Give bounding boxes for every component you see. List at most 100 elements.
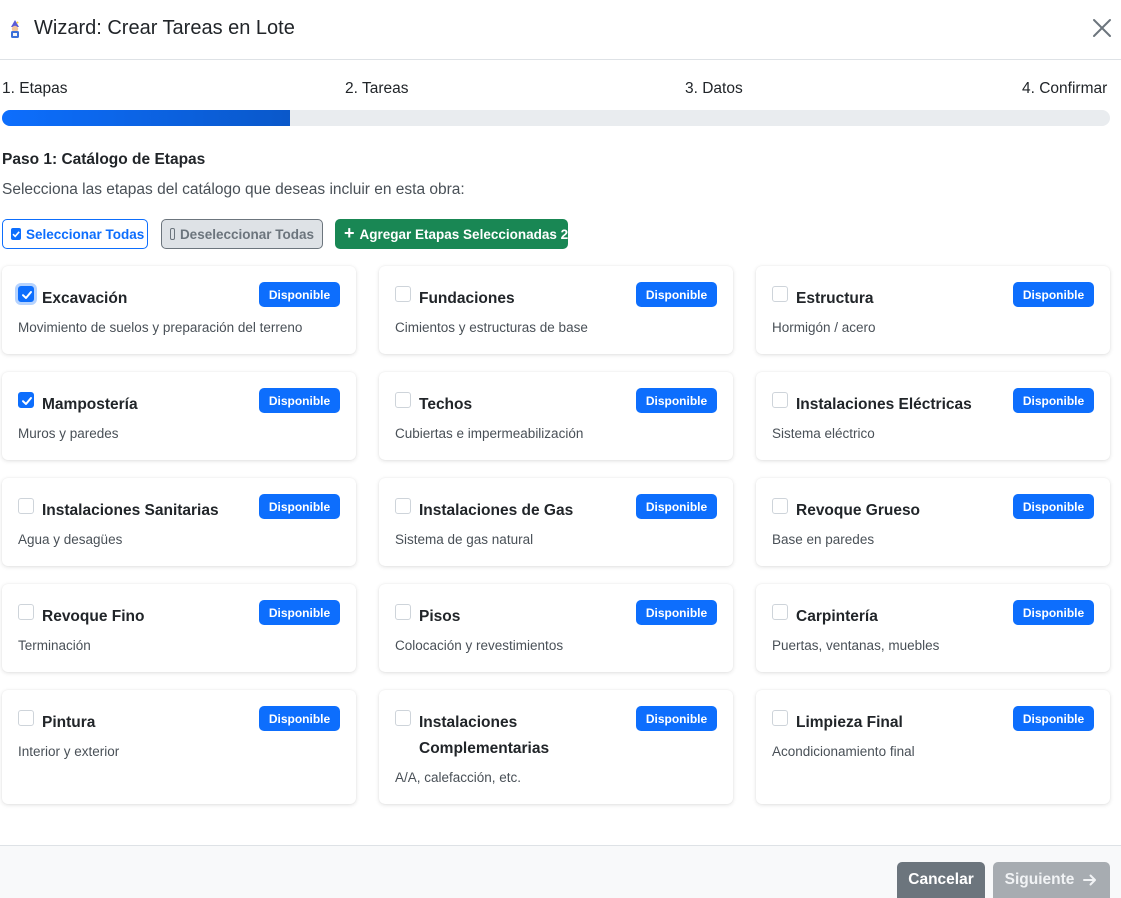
step-description: Selecciona las etapas del catálogo que d… [2, 181, 465, 198]
stage-card-mamposteria[interactable]: Mampostería Disponible Muros y paredes [2, 372, 356, 460]
stage-checkbox[interactable] [772, 604, 788, 620]
stage-checkbox[interactable] [18, 392, 34, 408]
status-badge: Disponible [259, 600, 340, 625]
next-button[interactable]: Siguiente [993, 862, 1110, 898]
wizard-progress-fill [2, 110, 291, 126]
stage-description: Interior y exterior [18, 744, 120, 759]
stage-description: Cimientos y estructuras de base [395, 320, 588, 335]
stage-title: Estructura [796, 290, 874, 307]
step-heading: Paso 1: Catálogo de Etapas [2, 151, 206, 168]
status-badge: Disponible [636, 706, 717, 731]
status-badge: Disponible [1013, 282, 1094, 307]
stage-title: Pisos [419, 608, 461, 625]
stage-card-instalaciones-electricas[interactable]: Instalaciones Eléctricas Disponible Sistem… [756, 372, 1110, 460]
stage-card-instalaciones-de-gas[interactable]: Instalaciones de Gas Disponible Sistema de… [379, 478, 733, 566]
stage-checkbox[interactable] [395, 498, 411, 514]
stage-checkbox[interactable] [772, 710, 788, 726]
stage-description: Terminación [18, 638, 91, 653]
step-1-label: 1. Etapas [2, 80, 68, 97]
stage-title: Instalaciones Complementarias [419, 714, 550, 757]
select-all-button[interactable]: Seleccionar Todas [2, 219, 148, 249]
status-badge: Disponible [259, 388, 340, 413]
stage-description: Sistema eléctrico [772, 426, 875, 441]
stage-card-pisos[interactable]: Pisos Disponible Colocación y revestimient… [379, 584, 733, 672]
checkmark-icon [22, 397, 32, 405]
stage-checkbox[interactable] [395, 710, 411, 726]
stage-card-revoque-fino[interactable]: Revoque Fino Disponible Terminación [2, 584, 356, 672]
wizard-icon [11, 20, 19, 38]
stage-card-fundaciones[interactable]: Fundaciones Disponible Cimientos y estruct… [379, 266, 733, 354]
stage-card-instalaciones-complementarias[interactable]: Instalaciones Complementarias Disponible A… [379, 690, 733, 804]
stage-description: Muros y paredes [18, 426, 119, 441]
stage-description: A/A, calefacción, etc. [395, 770, 522, 785]
stage-checkbox[interactable] [18, 604, 34, 620]
status-badge: Disponible [636, 494, 717, 519]
modal-header: Wizard: Crear Tareas en Lote [0, 0, 1121, 60]
cancel-label: Cancelar [908, 871, 974, 888]
status-badge: Disponible [259, 494, 340, 519]
stage-title: Limpieza Final [796, 714, 903, 731]
step-3-label: 3. Datos [685, 80, 743, 97]
stage-title: Instalaciones Sanitarias [42, 502, 219, 519]
stage-title: Mampostería [42, 396, 138, 413]
checkmark-icon [22, 291, 32, 299]
stage-card-carpinteria[interactable]: Carpintería Disponible Puertas, ventanas, … [756, 584, 1110, 672]
stage-title: Techos [419, 396, 473, 413]
stage-card-excavacion[interactable]: Excavación Disponible Movimiento de suelos… [2, 266, 356, 354]
stage-title: Instalaciones Eléctricas [796, 396, 972, 413]
stage-title: Pintura [42, 714, 96, 731]
plus-icon: + [344, 223, 355, 243]
stage-checkbox[interactable] [395, 604, 411, 620]
step-4-label: 4. Confirmar [1022, 80, 1108, 97]
stage-description: Cubiertas e impermeabilización [395, 426, 584, 441]
stage-card-estructura[interactable]: Estructura Disponible Hormigón / acero [756, 266, 1110, 354]
stage-checkbox[interactable] [395, 286, 411, 302]
stage-card-pintura[interactable]: Pintura Disponible Interior y exterior [2, 690, 356, 804]
stage-description: Base en paredes [772, 532, 875, 547]
close-icon[interactable] [1090, 16, 1114, 40]
status-badge: Disponible [259, 282, 340, 307]
stage-description: Movimiento de suelos y preparación del t… [18, 320, 303, 335]
status-badge: Disponible [1013, 600, 1094, 625]
status-badge: Disponible [259, 706, 340, 731]
status-badge: Disponible [1013, 388, 1094, 413]
stage-checkbox[interactable] [18, 498, 34, 514]
square-icon [170, 228, 175, 240]
stage-title: Revoque Grueso [796, 502, 921, 519]
status-badge: Disponible [1013, 706, 1094, 731]
stage-title: Fundaciones [419, 290, 515, 307]
stage-checkbox[interactable] [772, 286, 788, 302]
stage-checkbox[interactable] [772, 498, 788, 514]
stage-title: Excavación [42, 290, 128, 307]
stage-card-techos[interactable]: Techos Disponible Cubiertas e impermeabili… [379, 372, 733, 460]
modal-title: Wizard: Crear Tareas en Lote [34, 17, 295, 39]
arrow-right-icon [1083, 874, 1097, 886]
status-badge: Disponible [1013, 494, 1094, 519]
stage-title: Instalaciones de Gas [419, 502, 574, 519]
stage-description: Agua y desagües [18, 532, 123, 547]
stage-checkbox[interactable] [18, 710, 34, 726]
stage-card-limpieza-final[interactable]: Limpieza Final Disponible Acondicionamient… [756, 690, 1110, 804]
status-badge: Disponible [636, 388, 717, 413]
select-all-label: Seleccionar Todas [26, 226, 145, 242]
stage-title: Revoque Fino [42, 608, 145, 625]
stage-checkbox[interactable] [772, 392, 788, 408]
stage-title: Carpintería [796, 608, 878, 625]
stage-description: Sistema de gas natural [395, 532, 534, 547]
add-selected-stages-button[interactable]: + Agregar Etapas Seleccionadas 2 [335, 219, 568, 249]
stage-checkbox[interactable] [18, 286, 34, 302]
status-badge: Disponible [636, 282, 717, 307]
stage-checkbox[interactable] [395, 392, 411, 408]
stage-description: Acondicionamiento final [772, 744, 915, 759]
stage-description: Colocación y revestimientos [395, 638, 564, 653]
deselect-all-button[interactable]: Deseleccionar Todas [161, 219, 323, 249]
cancel-button[interactable]: Cancelar [897, 862, 985, 898]
wizard-modal: Wizard: Crear Tareas en Lote 1. Etapas 2… [0, 0, 1121, 898]
check-square-icon [11, 228, 21, 240]
stage-card-revoque-grueso[interactable]: Revoque Grueso Disponible Base en paredes [756, 478, 1110, 566]
wizard-progress-bar [2, 110, 1110, 126]
stage-description: Hormigón / acero [772, 320, 876, 335]
stage-card-instalaciones-sanitarias[interactable]: Instalaciones Sanitarias Disponible Agua y… [2, 478, 356, 566]
status-badge: Disponible [636, 600, 717, 625]
next-label: Siguiente [1004, 871, 1075, 888]
